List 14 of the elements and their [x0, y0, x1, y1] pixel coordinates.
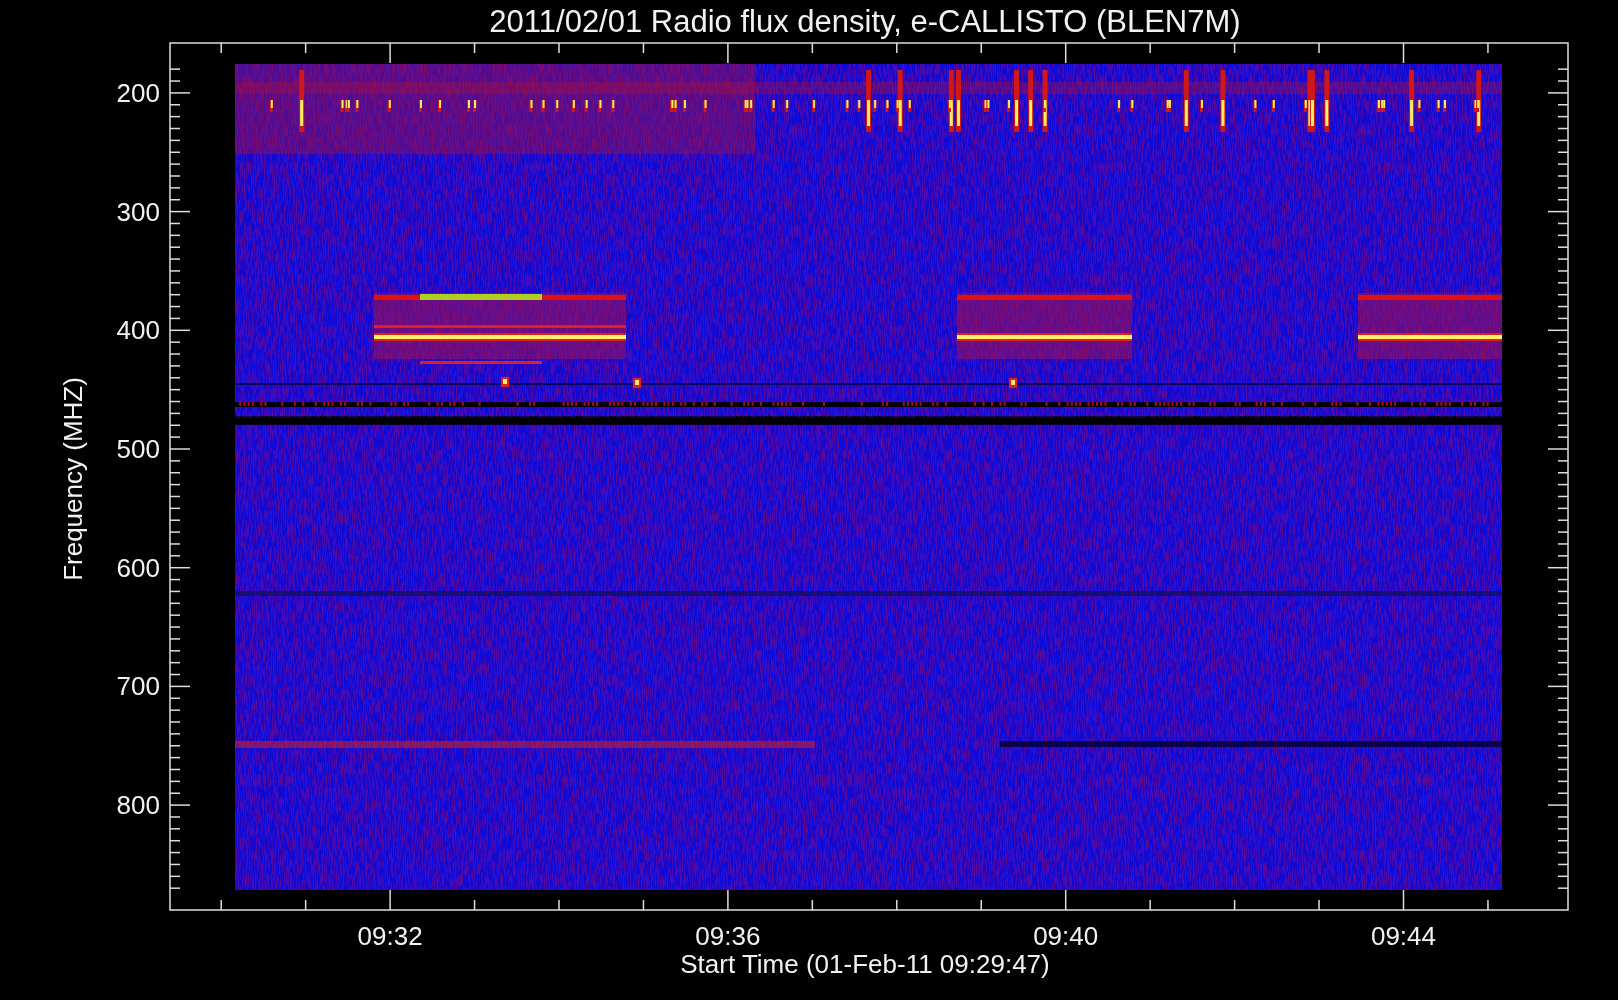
y-axis-label: Frequency (MHZ)	[58, 377, 88, 581]
x-axis-label: Start Time (01-Feb-11 09:29:47)	[680, 949, 1050, 979]
tick-label: 09:32	[357, 921, 423, 951]
tick-label: 400	[116, 315, 160, 346]
tick-label: 700	[116, 671, 160, 702]
tick-label: 09:40	[1033, 921, 1099, 951]
tick-label: 800	[116, 790, 160, 821]
tick-label: 09:44	[1370, 921, 1437, 951]
tick-label: 200	[116, 77, 160, 108]
tick-label: 600	[116, 552, 160, 583]
tick-label: 300	[116, 196, 160, 227]
tick-label: 500	[116, 434, 160, 464]
plot-title: 2011/02/01 Radio flux density, e-CALLISTO (BLEN7M)	[489, 4, 1241, 39]
tick-label: 09:36	[695, 921, 761, 951]
